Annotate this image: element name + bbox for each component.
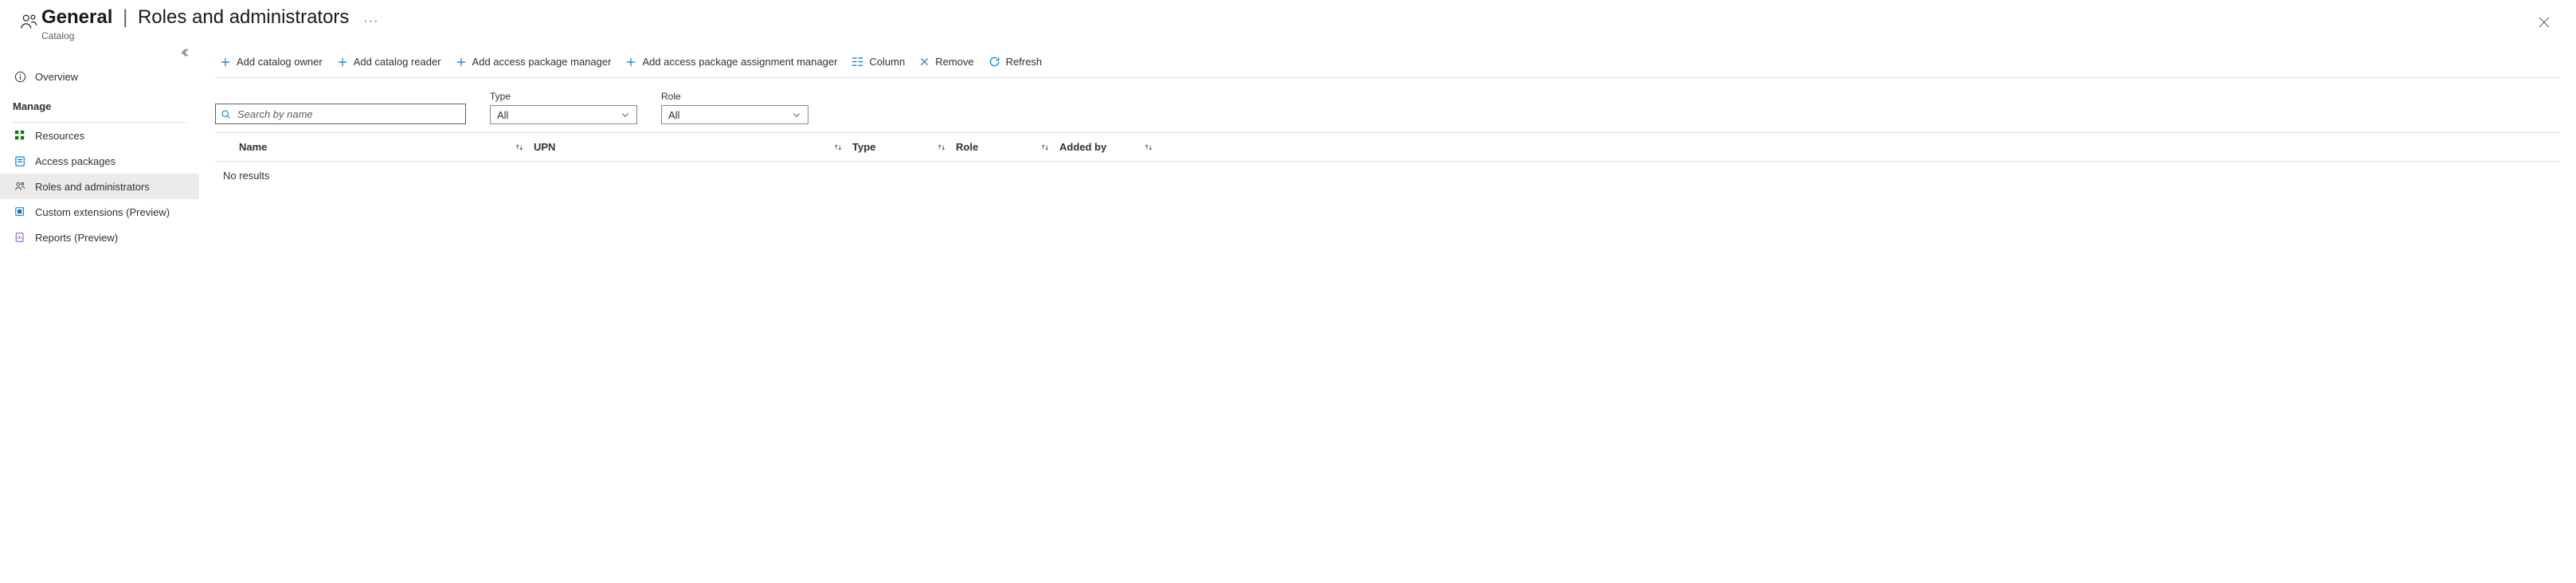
sidebar-section-manage: Manage (0, 89, 199, 119)
sidebar-collapse-button[interactable] (178, 45, 194, 61)
search-icon (221, 109, 231, 119)
sort-icon (937, 143, 946, 152)
sidebar-item-resources[interactable]: Resources (0, 123, 199, 148)
sidebar-item-label: Custom extensions (Preview) (35, 206, 170, 218)
column-button[interactable]: Column (851, 46, 905, 77)
sidebar-item-reports[interactable]: Reports (Preview) (0, 225, 199, 250)
sort-icon (1144, 143, 1153, 152)
grid-icon (13, 128, 27, 143)
people-icon (16, 11, 41, 32)
page-subtitle: Catalog (41, 30, 349, 41)
close-icon (919, 57, 930, 67)
filter-type-select[interactable]: All (490, 105, 637, 124)
plus-icon (220, 57, 231, 68)
sidebar-item-roles-administrators[interactable]: Roles and administrators (0, 174, 199, 199)
sidebar-item-label: Access packages (35, 155, 115, 167)
columns-icon (851, 57, 863, 67)
sidebar-item-label: Reports (Preview) (35, 232, 118, 244)
sort-icon (515, 143, 524, 152)
people-small-icon (13, 179, 27, 194)
report-icon (13, 230, 27, 245)
sidebar-item-label: Resources (35, 130, 84, 142)
sort-icon (833, 143, 843, 152)
sidebar: Overview Manage Resources Access package… (0, 41, 199, 583)
sidebar-item-access-packages[interactable]: Access packages (0, 148, 199, 174)
package-icon (13, 154, 27, 168)
add-catalog-reader-button[interactable]: Add catalog reader (337, 46, 441, 77)
table-empty-row: No results (215, 162, 2560, 190)
column-header-upn[interactable]: UPN (534, 141, 852, 153)
table-header-row: Name UPN Type Role (215, 133, 2560, 162)
filter-type-label: Type (490, 91, 637, 102)
add-catalog-owner-button[interactable]: Add catalog owner (220, 46, 323, 77)
filter-role-select[interactable]: All (661, 105, 808, 124)
more-menu-button[interactable]: ··· (363, 14, 378, 29)
refresh-icon (989, 56, 1000, 68)
plus-icon (456, 57, 467, 68)
remove-button[interactable]: Remove (919, 46, 973, 77)
extension-icon (13, 205, 27, 219)
sidebar-item-overview[interactable]: Overview (0, 64, 199, 89)
sidebar-item-label: Roles and administrators (35, 181, 150, 193)
column-header-type[interactable]: Type (852, 141, 956, 153)
search-input-wrapper[interactable] (215, 104, 466, 124)
add-access-package-manager-button[interactable]: Add access package manager (456, 46, 612, 77)
column-header-added-by[interactable]: Added by (1059, 141, 1163, 153)
add-access-package-assignment-manager-button[interactable]: Add access package assignment manager (625, 46, 837, 77)
refresh-button[interactable]: Refresh (989, 46, 1043, 77)
sidebar-item-custom-extensions[interactable]: Custom extensions (Preview) (0, 199, 199, 225)
column-header-role[interactable]: Role (956, 141, 1059, 153)
page-title: General | Roles and administrators (41, 6, 349, 29)
info-icon (13, 69, 27, 84)
sidebar-item-label: Overview (35, 71, 78, 83)
close-button[interactable] (2533, 11, 2555, 33)
column-header-name[interactable]: Name (215, 141, 534, 153)
filter-row: Type All Role All (215, 78, 2560, 132)
page-title-block: General | Roles and administrators Catal… (41, 6, 349, 41)
chevron-down-icon (792, 110, 801, 119)
plus-icon (337, 57, 348, 68)
results-table: Name UPN Type Role (215, 132, 2560, 190)
search-input[interactable] (236, 108, 460, 121)
chevron-down-icon (621, 110, 630, 119)
command-bar: Add catalog owner Add catalog reader Add… (215, 46, 2560, 78)
sort-icon (1040, 143, 1050, 152)
plus-icon (625, 57, 636, 68)
filter-role-label: Role (661, 91, 808, 102)
